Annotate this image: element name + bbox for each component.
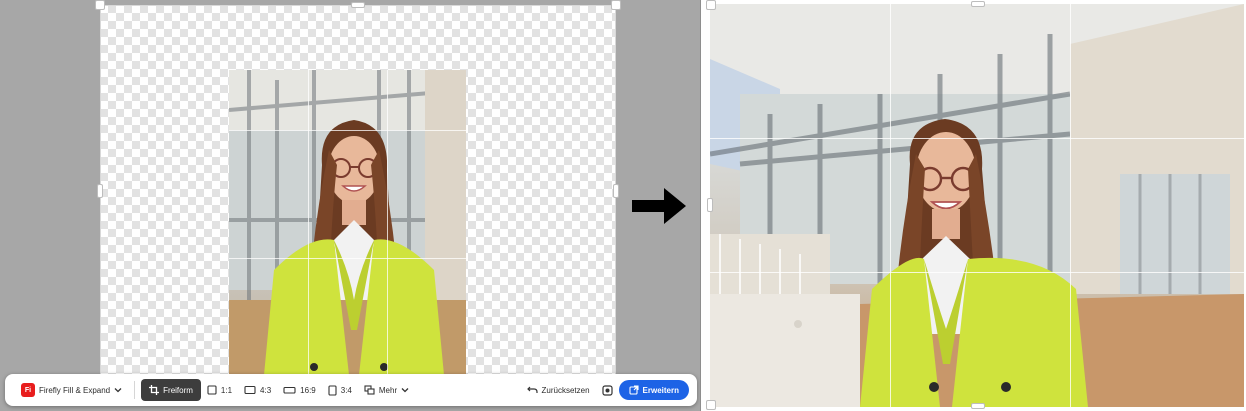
- crop-handle-bottom[interactable]: [971, 403, 985, 409]
- result-panel: [700, 0, 1246, 411]
- firefly-app-icon: Fi: [21, 383, 35, 397]
- reset-button[interactable]: Zurücksetzen: [521, 379, 596, 401]
- toolbar-separator: [134, 381, 136, 399]
- ratio-4-3-button[interactable]: 4:3: [238, 379, 277, 401]
- landscape-ratio-icon: [244, 385, 256, 395]
- freeform-label: Freiform: [163, 385, 193, 395]
- grid-line-v1: [890, 4, 891, 407]
- freeform-button[interactable]: Freiform: [141, 379, 201, 401]
- app-menu-button[interactable]: Fi Firefly Fill & Expand: [15, 379, 128, 401]
- more-shapes-icon: [364, 385, 375, 395]
- arrow-right-icon: [632, 188, 686, 224]
- more-label: Mehr: [378, 385, 398, 395]
- expand-button[interactable]: Erweitern: [618, 380, 689, 400]
- crop-handle-top-left[interactable]: [95, 0, 105, 10]
- crop-handle-bottom-left[interactable]: [706, 400, 716, 410]
- contextual-toolbar: Fi Firefly Fill & Expand Freiform 1:1 4:…: [5, 374, 697, 406]
- grid-line-v2: [1070, 4, 1071, 407]
- grid-line-h1: [710, 138, 1244, 139]
- ratio-3-4-label: 3:4: [340, 385, 352, 395]
- crop-handle-top-left[interactable]: [706, 0, 716, 10]
- expanded-photo-drawing: [710, 4, 1244, 407]
- undo-icon: [526, 386, 538, 393]
- expand-icon: [628, 385, 639, 395]
- reset-label: Zurücksetzen: [541, 385, 590, 395]
- square-ratio-icon: [207, 385, 217, 395]
- crop-handle-left[interactable]: [97, 184, 103, 198]
- ratio-16-9-label: 16:9: [300, 385, 316, 395]
- crop-icon: [149, 385, 160, 395]
- crop-handle-top[interactable]: [351, 2, 365, 8]
- ratio-4-3-label: 4:3: [260, 385, 272, 395]
- landscape-ratio-icon: [283, 386, 296, 394]
- crop-frame: [100, 5, 616, 375]
- expanded-photo: [710, 4, 1244, 407]
- portrait-ratio-icon: [328, 384, 337, 396]
- crop-handle-top[interactable]: [971, 1, 985, 7]
- grid-line-h2: [710, 272, 1244, 273]
- ratio-1-1-label: 1:1: [220, 385, 233, 395]
- ratio-1-1-button[interactable]: 1:1: [201, 379, 238, 401]
- crop-handle-right[interactable]: [613, 184, 619, 198]
- ratio-16-9-button[interactable]: 16:9: [277, 379, 322, 401]
- left-canvas: Fi Firefly Fill & Expand Freiform 1:1 4:…: [0, 0, 700, 411]
- generate-options-button[interactable]: [596, 379, 619, 401]
- crop-handle-top-right[interactable]: [611, 0, 621, 10]
- chevron-down-icon: [114, 388, 122, 393]
- generate-icon: [601, 384, 613, 396]
- app-name-label: Firefly Fill & Expand: [39, 385, 111, 395]
- crop-handle-left[interactable]: [707, 198, 713, 212]
- ratio-3-4-button[interactable]: 3:4: [322, 379, 358, 401]
- chevron-down-icon: [401, 388, 409, 393]
- expand-label: Erweitern: [642, 385, 679, 395]
- more-button[interactable]: Mehr: [358, 379, 415, 401]
